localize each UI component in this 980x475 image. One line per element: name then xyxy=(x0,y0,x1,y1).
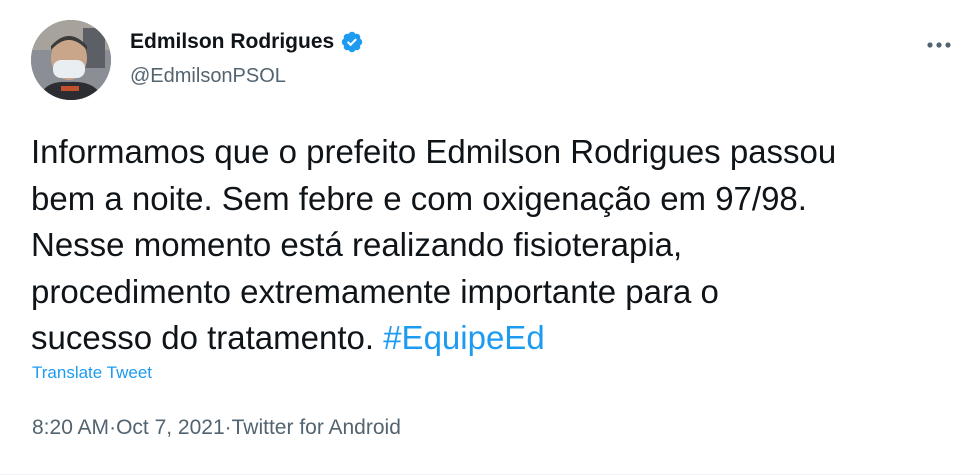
more-options-button[interactable] xyxy=(922,30,956,60)
author-name-row: Edmilson Rodrigues xyxy=(130,30,364,54)
translate-tweet-link[interactable]: Translate Tweet xyxy=(32,363,152,383)
tweet-text-line: sucesso do tratamento. #EquipeEd xyxy=(31,315,951,362)
tweet-text-line: bem a noite. Sem febre e com oxigenação … xyxy=(31,179,807,217)
tweet-time[interactable]: 8:20 AM xyxy=(32,416,109,440)
author-name[interactable]: Edmilson Rodrigues xyxy=(130,30,334,54)
tweet-text: Informamos que o prefeito Edmilson Rodri… xyxy=(31,129,951,362)
meta-separator: · xyxy=(109,416,117,439)
tweet-date[interactable]: Oct 7, 2021 xyxy=(116,416,225,440)
tweet-metadata: 8:20 AM · Oct 7, 2021 · Twitter for Andr… xyxy=(32,416,401,440)
hashtag-link[interactable]: #EquipeEd xyxy=(383,319,544,356)
tweet-text-line: Informamos que o prefeito Edmilson Rodri… xyxy=(31,133,837,170)
tweet-source[interactable]: Twitter for Android xyxy=(232,416,401,440)
avatar-photo xyxy=(31,20,111,100)
author-handle[interactable]: @EdmilsonPSOL xyxy=(130,65,286,88)
meta-separator: · xyxy=(224,416,232,439)
verified-badge-icon xyxy=(340,30,364,54)
tweet-text-line: Nesse momento está realizando fisioterap… xyxy=(31,226,683,263)
more-horizontal-icon xyxy=(927,42,951,48)
tweet-text-line: procedimento extremamente importante par… xyxy=(31,272,719,310)
author-avatar[interactable] xyxy=(31,20,111,100)
tweet-card: Edmilson Rodrigues @EdmilsonPSOL Informa… xyxy=(0,0,980,475)
tweet-text-segment: sucesso do tratamento. xyxy=(31,319,384,356)
